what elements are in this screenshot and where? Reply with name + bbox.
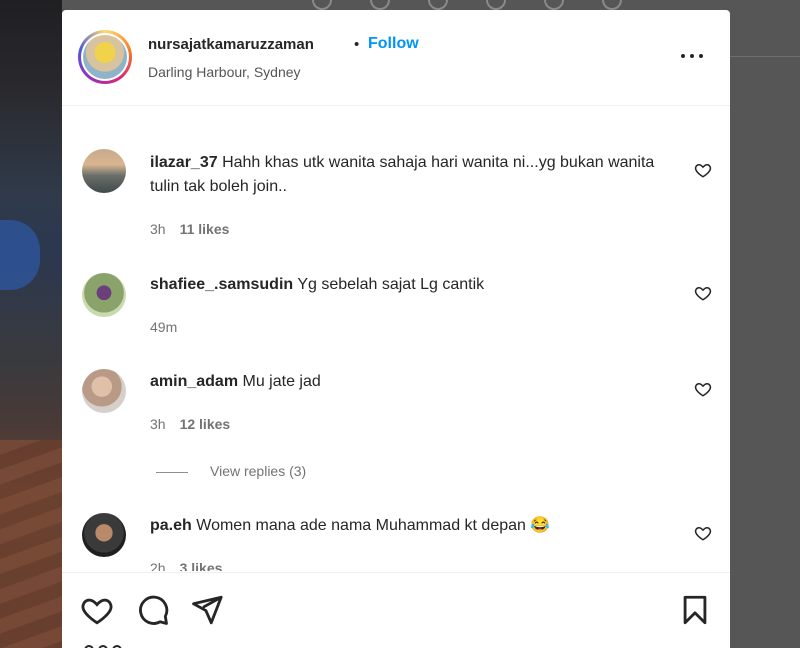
post-header: nursajatkamaruzzaman • Follow Darling Ha… (62, 10, 730, 106)
follow-button[interactable]: Follow (368, 35, 419, 53)
comment-time[interactable]: 3h (150, 416, 166, 432)
post-location[interactable]: Darling Harbour, Sydney (148, 64, 301, 80)
view-replies-label: View replies (3) (210, 463, 307, 479)
heart-outline-icon[interactable] (694, 161, 712, 179)
heart-outline-icon[interactable] (694, 284, 712, 302)
view-replies-button[interactable]: View replies (3) (156, 463, 306, 479)
comments-list: ilazar_37 Hahh khas utk wanita sahaja ha… (62, 107, 730, 571)
comment-likes[interactable]: 12 likes (180, 416, 231, 432)
comment-text: Yg sebelah sajat Lg cantik (297, 276, 485, 293)
paper-plane-icon[interactable] (190, 593, 224, 627)
more-options-icon[interactable] (680, 46, 706, 66)
background-post-photo (0, 0, 62, 648)
heart-outline-icon[interactable] (694, 380, 712, 398)
commenter-username[interactable]: amin_adam (150, 373, 238, 390)
commenter-username[interactable]: ilazar_37 (150, 154, 218, 171)
post-action-bar (62, 572, 730, 648)
commenter-avatar[interactable] (82, 513, 126, 557)
author-avatar[interactable] (78, 30, 132, 84)
post-modal: nursajatkamaruzzaman • Follow Darling Ha… (62, 10, 730, 648)
background-divider (730, 56, 800, 57)
comment-text: Mu jate jad (242, 373, 321, 390)
background-nav-icons (300, 0, 660, 10)
replies-divider (156, 471, 188, 473)
comment-text: Women mana ade nama Muhammad kt depan 😂 (196, 517, 551, 534)
comment-text: Hahh khas utk wanita sahaja hari wanita … (150, 154, 655, 195)
commenter-avatar[interactable] (82, 149, 126, 193)
commenter-avatar[interactable] (82, 369, 126, 413)
comment-bubble-icon[interactable] (136, 593, 170, 627)
comment-time[interactable]: 3h (150, 221, 166, 237)
author-username[interactable]: nursajatkamaruzzaman (148, 36, 314, 53)
heart-outline-icon[interactable] (694, 524, 712, 542)
comment-likes[interactable]: 3 likes (180, 560, 223, 571)
commenter-username[interactable]: shafiee_.samsudin (150, 276, 293, 293)
commenter-avatar[interactable] (82, 273, 126, 317)
header-separator: • (354, 36, 360, 53)
comment-time[interactable]: 49m (150, 319, 177, 335)
bookmark-icon[interactable] (678, 593, 712, 627)
commenter-username[interactable]: pa.eh (150, 517, 192, 534)
likes-count-cutoff (84, 642, 164, 648)
comment-likes[interactable]: 11 likes (180, 221, 230, 237)
comment-time[interactable]: 2h (150, 560, 166, 571)
heart-icon[interactable] (80, 593, 114, 627)
